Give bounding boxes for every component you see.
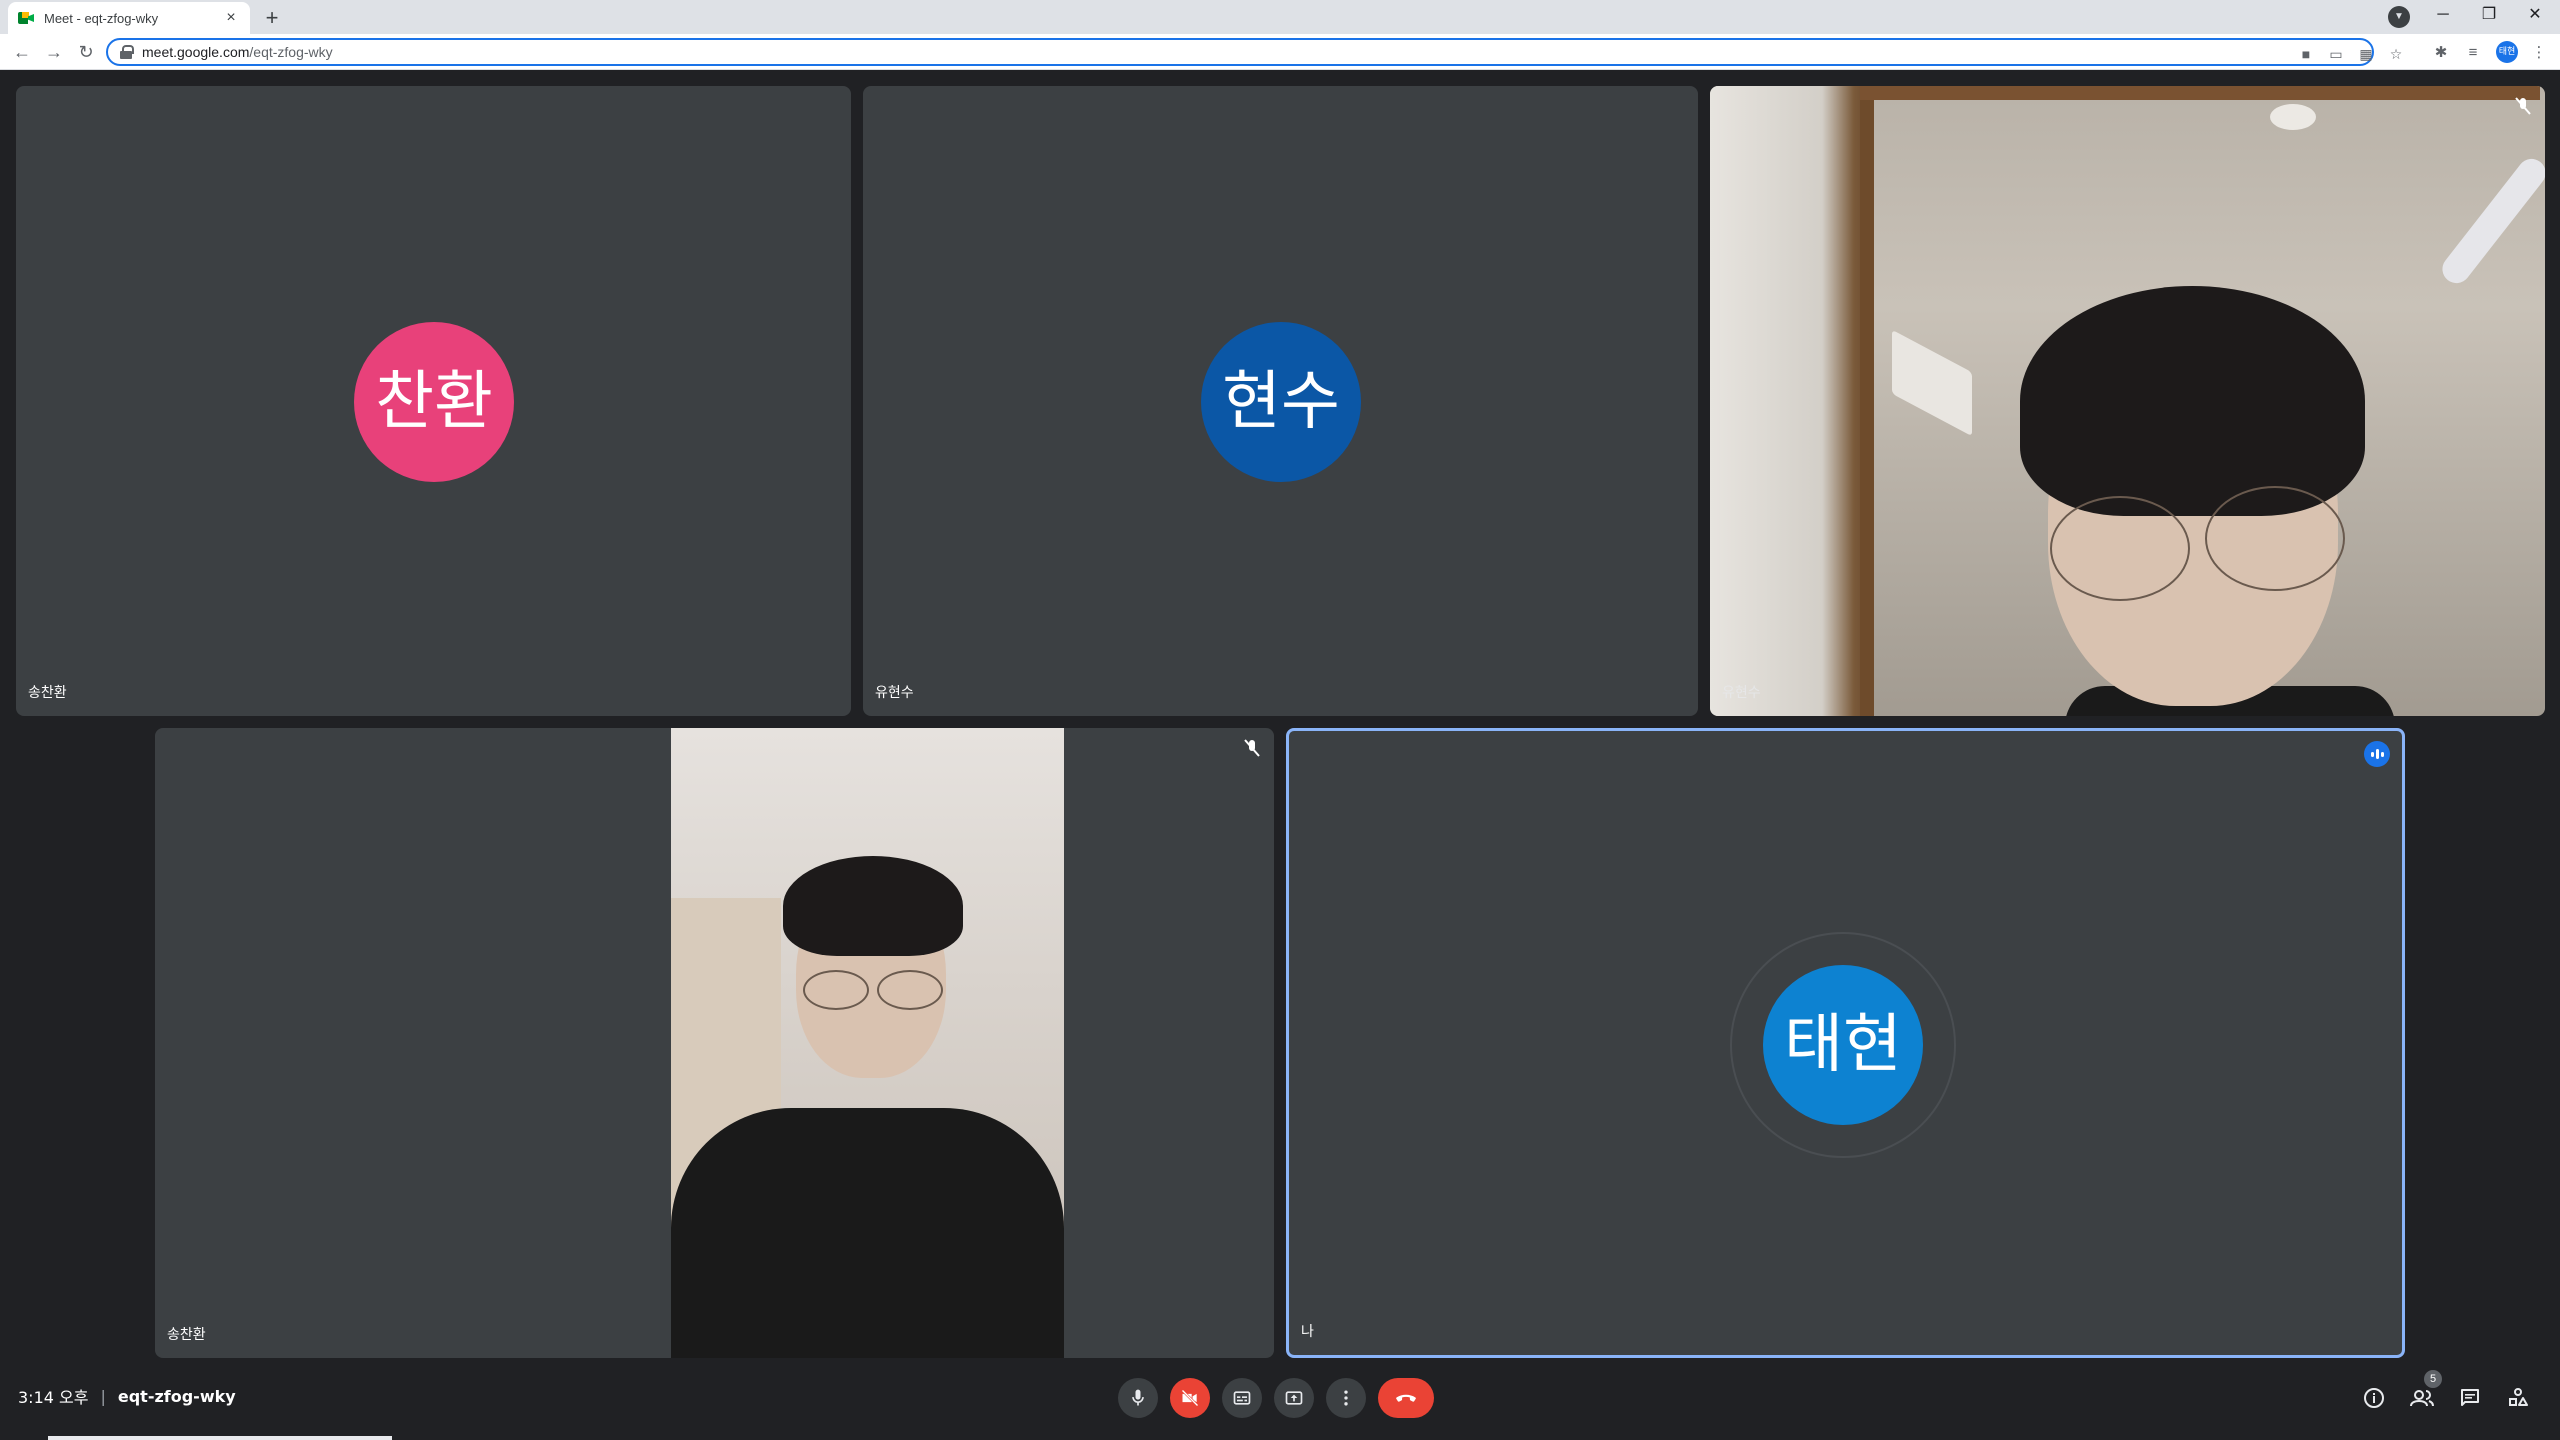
people-button[interactable] (2408, 1384, 2436, 1412)
participant-avatar: 현수 (1201, 322, 1361, 482)
participant-tile[interactable]: 유현수 (1710, 86, 2545, 716)
camera-in-use-icon[interactable]: ■ (2296, 44, 2316, 64)
more-icon (1344, 1390, 1348, 1406)
camera-off-icon (1181, 1389, 1199, 1407)
participant-tile[interactable]: 찬환 송찬환 (16, 86, 851, 716)
restore-button[interactable]: ❐ (2466, 0, 2512, 30)
participant-tile[interactable]: 송찬환 (155, 728, 1274, 1358)
browser-toolbar: ← → ↻ meet.google.com/eqt-zfog-wky ■ ▭ ▦… (0, 34, 2560, 70)
meeting-info: 3:14 오후 | eqt-zfog-wky (18, 1384, 236, 1408)
cast-icon[interactable]: ▭ (2326, 44, 2346, 64)
url-text: meet.google.com/eqt-zfog-wky (142, 44, 333, 60)
camera-button[interactable] (1170, 1378, 1210, 1418)
captions-button[interactable] (1222, 1378, 1262, 1418)
mic-off-icon (1244, 739, 1260, 757)
browser-menu-icon[interactable]: ⋮ (2528, 42, 2550, 64)
speaking-indicator-icon (2364, 741, 2390, 767)
tab-search-icon[interactable]: ▼ (2388, 6, 2410, 28)
more-options-button[interactable] (1326, 1378, 1366, 1418)
air-conditioner (1892, 329, 1972, 437)
participant-name: 유현수 (1722, 685, 1761, 701)
activities-icon (2509, 1388, 2528, 1406)
mic-button[interactable] (1118, 1378, 1158, 1418)
chat-icon (2461, 1389, 2479, 1406)
participant-name: 나 (1301, 1324, 1314, 1340)
people-icon (2410, 1390, 2434, 1407)
forward-arrow-icon[interactable]: → (40, 38, 68, 66)
mic-off-icon (2515, 97, 2531, 115)
info-icon (2364, 1388, 2384, 1408)
participant-count-badge: 5 (2424, 1370, 2442, 1388)
present-icon (1285, 1391, 1303, 1405)
tab-close-icon[interactable]: × (222, 9, 240, 27)
browser-tab[interactable]: Meet - eqt-zfog-wky × (8, 2, 250, 34)
reading-list-icon[interactable]: ≡ (2462, 42, 2484, 64)
participant-name: 송찬환 (28, 685, 67, 701)
back-arrow-icon[interactable]: ← (8, 38, 36, 66)
qr-code-icon[interactable]: ▦ (2356, 44, 2376, 64)
tab-title: Meet - eqt-zfog-wky (44, 10, 159, 26)
participant-name: 송찬환 (167, 1327, 206, 1343)
self-tile[interactable]: 태현 나 (1286, 728, 2405, 1358)
browser-tab-bar: Meet - eqt-zfog-wky × + ▼ ─ ❐ ✕ (0, 0, 2560, 34)
separator: | (100, 1386, 106, 1406)
lock-icon (120, 45, 134, 59)
activities-button[interactable] (2504, 1384, 2532, 1412)
reload-icon[interactable]: ↻ (72, 38, 100, 66)
chat-button[interactable] (2456, 1384, 2484, 1412)
participant-name: 유현수 (875, 685, 914, 701)
participant-tile[interactable]: 현수 유현수 (863, 86, 1698, 716)
meeting-code: eqt-zfog-wky (117, 1386, 236, 1406)
participant-avatar: 찬환 (354, 322, 514, 482)
participant-video (1710, 86, 2545, 716)
self-avatar: 태현 (1763, 965, 1923, 1125)
address-bar[interactable]: meet.google.com/eqt-zfog-wky ■ ▭ ▦ ☆ (106, 38, 2402, 66)
minimize-button[interactable]: ─ (2420, 0, 2466, 30)
end-call-icon (1396, 1394, 1416, 1402)
meeting-time: 3:14 오후 (18, 1388, 89, 1407)
new-tab-button[interactable]: + (258, 4, 286, 32)
meeting-details-button[interactable] (2360, 1384, 2388, 1412)
scroll-indicator (48, 1436, 392, 1440)
leave-call-button[interactable] (1378, 1378, 1434, 1418)
profile-avatar[interactable]: 태현 (2496, 41, 2518, 63)
extensions-icon[interactable]: ✱ (2430, 42, 2452, 64)
meet-favicon-icon (18, 10, 34, 26)
close-window-button[interactable]: ✕ (2512, 0, 2558, 30)
participant-video (671, 728, 1064, 1358)
bookmark-star-icon[interactable]: ☆ (2386, 44, 2406, 64)
mic-icon (1132, 1389, 1144, 1406)
present-button[interactable] (1274, 1378, 1314, 1418)
captions-icon (1233, 1391, 1251, 1405)
